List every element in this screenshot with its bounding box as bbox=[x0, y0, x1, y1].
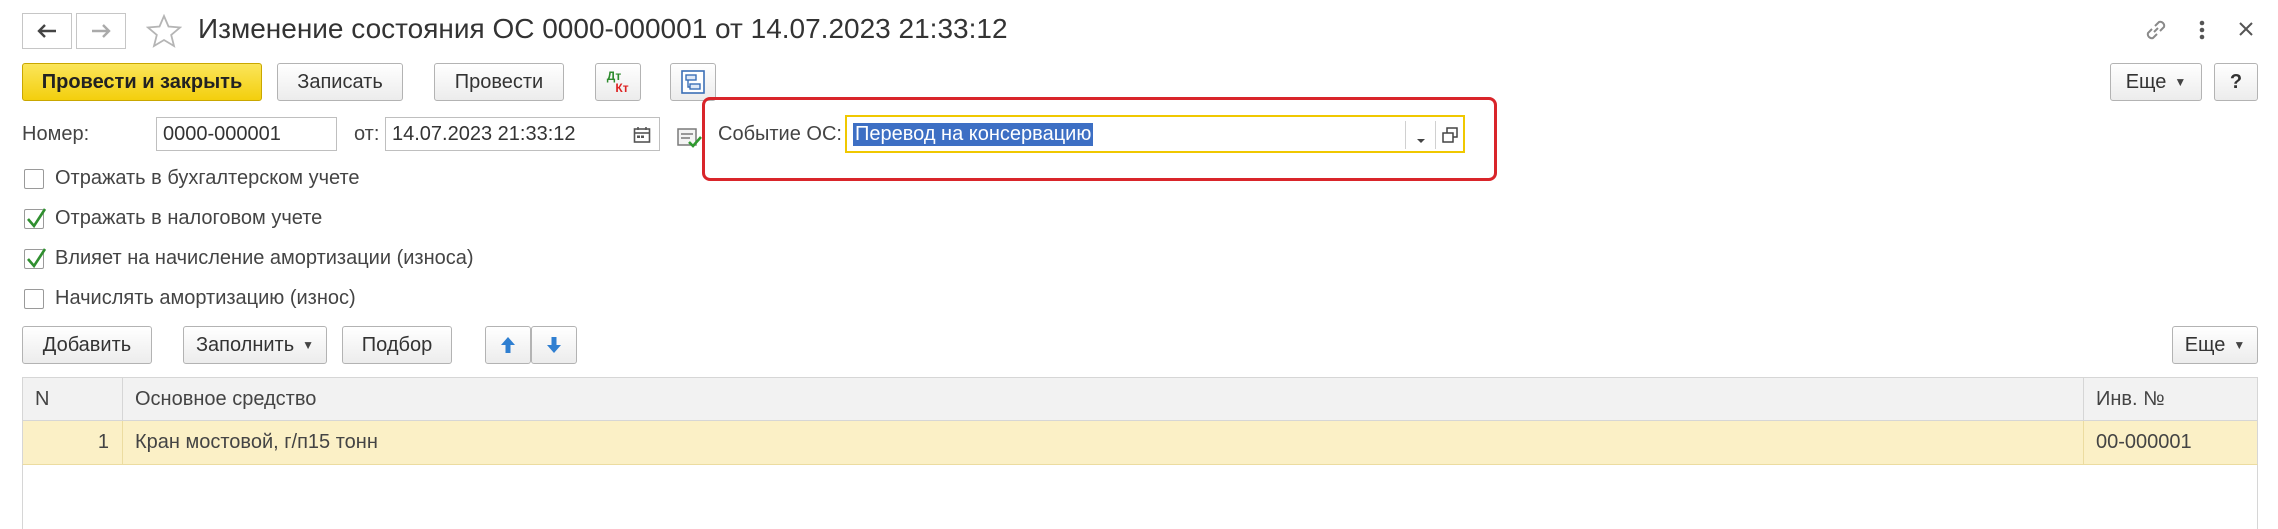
table-more-button[interactable]: Еще ▼ bbox=[2172, 326, 2258, 364]
date-field[interactable]: 14.07.2023 21:33:12 bbox=[385, 117, 660, 151]
document-structure-icon bbox=[681, 70, 705, 94]
field-divider bbox=[1405, 121, 1406, 149]
column-separator bbox=[2083, 378, 2084, 420]
help-button[interactable]: ? bbox=[2214, 63, 2258, 101]
more-label: Еще bbox=[2125, 70, 2167, 93]
more-button[interactable]: Еще ▼ bbox=[2110, 63, 2202, 101]
favorite-star-icon[interactable] bbox=[145, 13, 183, 53]
caret-down-icon: ▼ bbox=[2233, 338, 2246, 352]
checkbox-tax-label: Отражать в налоговом учете bbox=[55, 207, 323, 229]
field-divider-2 bbox=[1435, 121, 1436, 149]
date-label: от: bbox=[354, 123, 380, 145]
caret-down-icon: ▼ bbox=[302, 338, 315, 352]
column-separator bbox=[122, 378, 123, 420]
column-separator bbox=[2083, 421, 2084, 464]
caret-down-icon: ▼ bbox=[2174, 75, 2187, 89]
column-header-inv[interactable]: Инв. № bbox=[2096, 378, 2165, 420]
row-inv-number: 00-000001 bbox=[2096, 431, 2192, 453]
column-separator bbox=[122, 421, 123, 464]
arrow-left-icon bbox=[37, 24, 56, 38]
more-vertical-icon[interactable] bbox=[2196, 17, 2208, 48]
dropdown-arrow-icon[interactable] bbox=[1415, 129, 1427, 152]
table-row[interactable]: 1 Кран мостовой, г/п15 тонн 00-000001 bbox=[22, 421, 2258, 465]
checkbox-tax[interactable] bbox=[24, 208, 47, 229]
checkbox-accrue-depreciation-label: Начислять амортизацию (износ) bbox=[55, 287, 356, 309]
page-title: Изменение состояния ОС 0000-000001 от 14… bbox=[198, 13, 1008, 44]
checkbox-depreciation-affects[interactable] bbox=[24, 248, 47, 269]
arrow-up-icon bbox=[501, 337, 515, 353]
dt-kt-icon: Дт Кт bbox=[607, 70, 629, 95]
save-button[interactable]: Записать bbox=[277, 63, 403, 101]
fill-button[interactable]: Заполнить ▼ bbox=[183, 326, 327, 364]
table-header: N Основное средство Инв. № bbox=[22, 377, 2258, 421]
add-button[interactable]: Добавить bbox=[22, 326, 152, 364]
date-value: 14.07.2023 21:33:12 bbox=[392, 122, 576, 145]
post-button[interactable]: Провести bbox=[434, 63, 564, 101]
dt-kt-button[interactable]: Дт Кт bbox=[595, 63, 641, 101]
forward-button[interactable] bbox=[76, 13, 126, 49]
checkmark-icon bbox=[27, 208, 47, 229]
move-up-button[interactable] bbox=[485, 326, 531, 364]
fill-label: Заполнить bbox=[195, 333, 295, 356]
checkbox-accrue-depreciation[interactable] bbox=[24, 289, 44, 309]
row-number: 1 bbox=[97, 431, 109, 453]
arrow-down-icon bbox=[547, 337, 561, 353]
link-icon[interactable] bbox=[2143, 17, 2169, 48]
checkbox-depreciation-affects-label: Влияет на начисление амортизации (износа… bbox=[55, 247, 474, 269]
structure-button[interactable] bbox=[670, 63, 716, 101]
number-field[interactable]: 0000-000001 bbox=[156, 117, 337, 151]
open-item-icon[interactable] bbox=[1441, 126, 1459, 150]
posted-status-icon bbox=[676, 126, 704, 155]
table-more-label: Еще bbox=[2184, 333, 2226, 356]
event-value: Перевод на консервацию bbox=[853, 122, 1094, 146]
event-label: Событие ОС: bbox=[718, 123, 842, 145]
select-button[interactable]: Подбор bbox=[342, 326, 452, 364]
column-header-n[interactable]: N bbox=[35, 378, 49, 420]
checkbox-accounting[interactable] bbox=[24, 169, 44, 189]
arrow-right-icon bbox=[92, 24, 111, 38]
number-label: Номер: bbox=[22, 123, 90, 145]
back-button[interactable] bbox=[22, 13, 72, 49]
table-body-empty[interactable] bbox=[22, 465, 2258, 529]
close-icon[interactable] bbox=[2236, 19, 2256, 44]
calendar-icon[interactable] bbox=[633, 126, 651, 150]
row-asset: Кран мостовой, г/п15 тонн bbox=[135, 431, 378, 453]
checkbox-accounting-label: Отражать в бухгалтерском учете bbox=[55, 167, 360, 189]
event-field[interactable]: Перевод на консервацию bbox=[845, 115, 1465, 153]
kt-label: Кт bbox=[615, 81, 629, 95]
column-header-asset[interactable]: Основное средство bbox=[135, 378, 316, 420]
post-and-close-button[interactable]: Провести и закрыть bbox=[22, 63, 262, 101]
checkmark-icon bbox=[27, 248, 47, 269]
move-down-button[interactable] bbox=[531, 326, 577, 364]
